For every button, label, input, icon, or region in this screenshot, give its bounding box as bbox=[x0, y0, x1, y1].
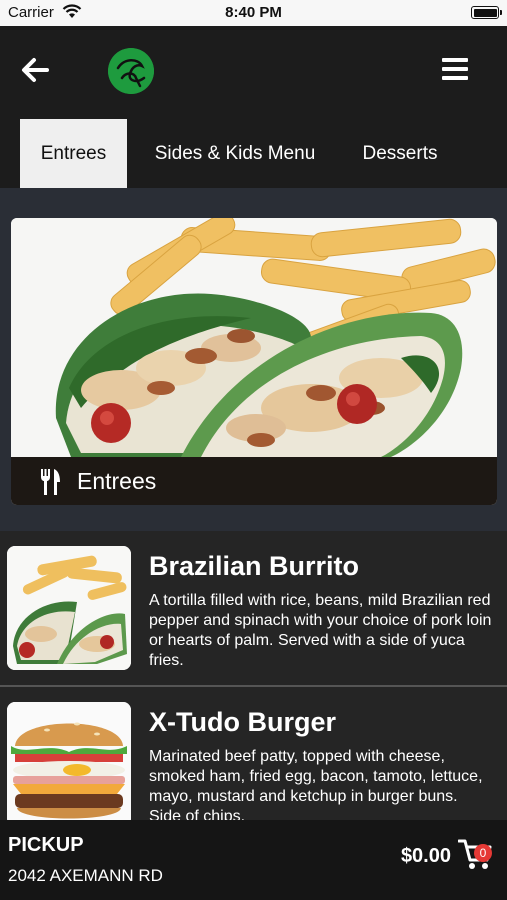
pickup-address: 2042 AXEMANN RD bbox=[8, 866, 163, 885]
tab-sides-kids-menu[interactable]: Sides & Kids Menu bbox=[140, 119, 330, 188]
burger-photo bbox=[7, 702, 131, 821]
battery-icon bbox=[471, 6, 502, 19]
menu-line bbox=[442, 76, 468, 80]
menu-item-thumbnail bbox=[7, 702, 131, 821]
hero-food-photo bbox=[11, 218, 497, 457]
menu-item-thumbnail bbox=[7, 546, 131, 670]
cart-count-badge: 0 bbox=[474, 844, 492, 862]
status-bar: Carrier 8:40 PM bbox=[0, 0, 507, 26]
menu-item-description: A tortilla filled with rice, beans, mild… bbox=[149, 592, 492, 669]
fork-knife-icon bbox=[41, 469, 60, 495]
menu-item-brazilian-burrito[interactable]: Brazilian Burrito A tortilla filled with… bbox=[0, 531, 507, 687]
menu-item-description: Marinated beef patty, topped with cheese… bbox=[149, 748, 483, 821]
category-hero-card[interactable]: Entrees bbox=[11, 218, 497, 505]
menu-item-x-tudo-burger[interactable]: X-Tudo Burger Marinated beef patty, topp… bbox=[0, 687, 507, 821]
status-time: 8:40 PM bbox=[225, 4, 282, 21]
category-hero-section: Entrees bbox=[0, 188, 507, 531]
arrow-left-icon[interactable] bbox=[20, 56, 50, 84]
menu-line bbox=[442, 67, 468, 71]
category-tabs: Entrees Sides & Kids Menu Desserts bbox=[0, 116, 507, 188]
cart-total: $0.00 bbox=[400, 845, 451, 867]
restaurant-logo[interactable] bbox=[108, 48, 154, 94]
burrito-photo bbox=[7, 546, 131, 670]
tab-desserts[interactable]: Desserts bbox=[345, 119, 455, 188]
menu-item-list: Brazilian Burrito A tortilla filled with… bbox=[0, 531, 507, 821]
tab-entrees[interactable]: Entrees bbox=[20, 119, 127, 188]
cart-bar[interactable]: PICKUP 2042 AXEMANN RD $0.00 0 bbox=[0, 820, 507, 900]
menu-line bbox=[442, 58, 468, 62]
pickup-label: PICKUP bbox=[8, 834, 84, 856]
menu-item-name: Brazilian Burrito bbox=[149, 551, 360, 581]
hero-caption-label: Entrees bbox=[77, 468, 157, 494]
hero-caption-bar: Entrees bbox=[11, 457, 497, 505]
hamburger-menu-icon[interactable] bbox=[442, 58, 468, 82]
menu-item-name: X-Tudo Burger bbox=[149, 707, 336, 737]
nav-bar bbox=[0, 26, 507, 116]
